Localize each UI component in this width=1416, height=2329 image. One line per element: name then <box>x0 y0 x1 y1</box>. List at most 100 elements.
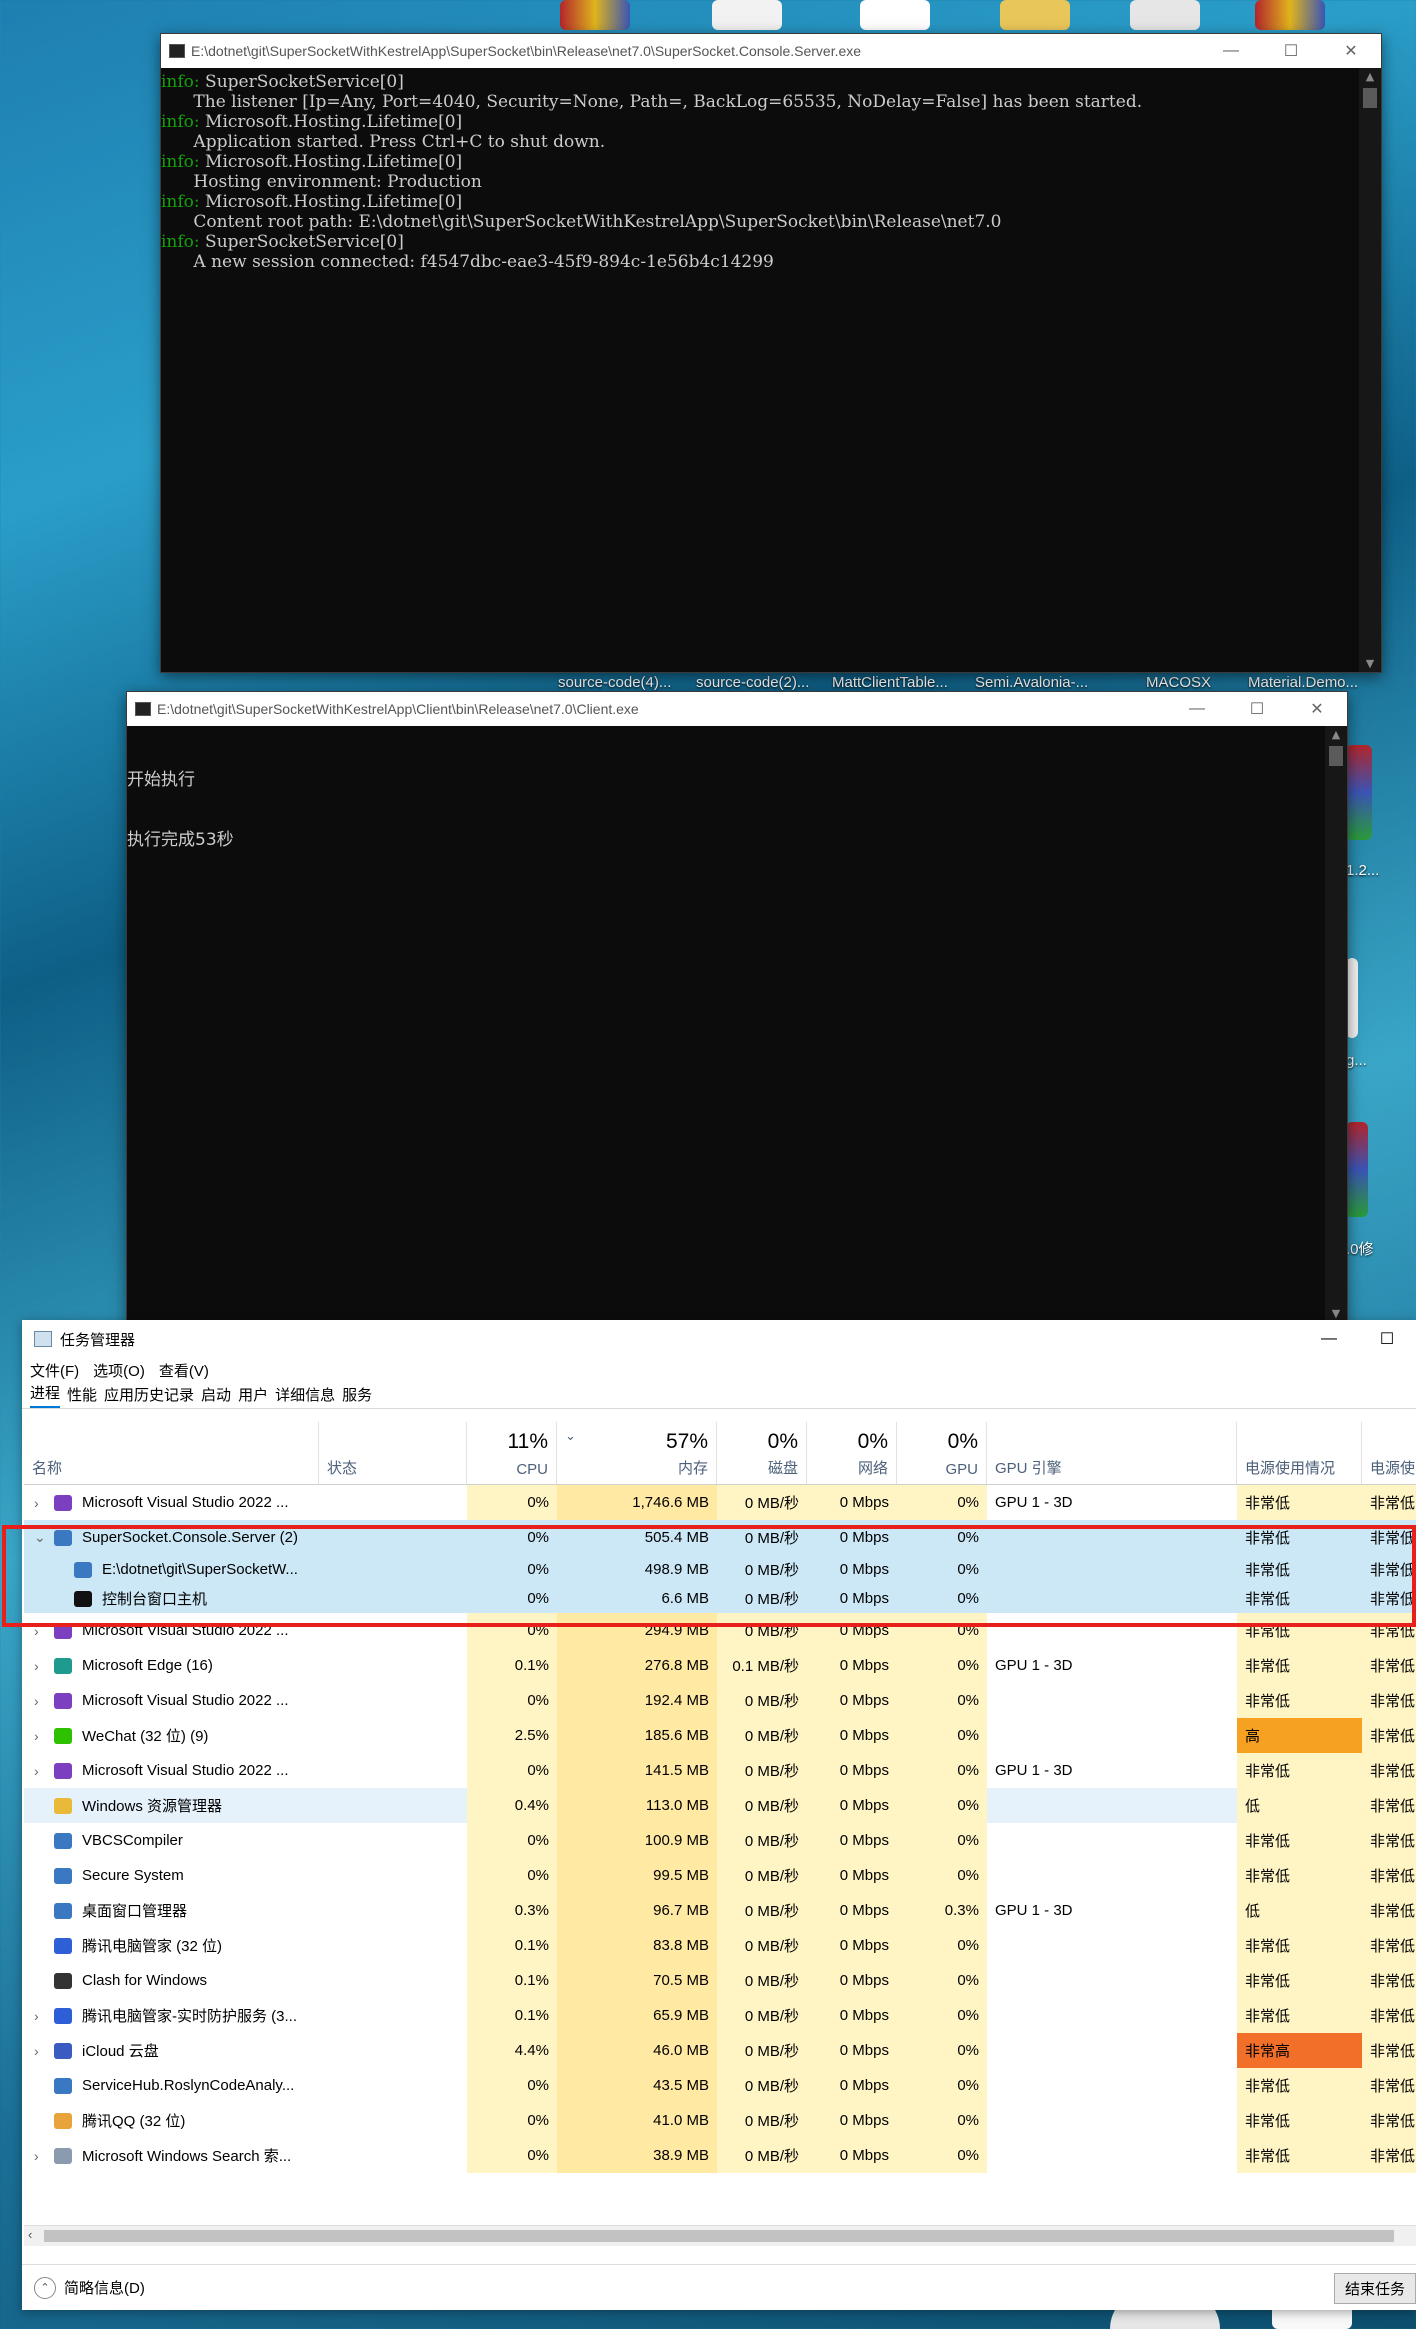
chevron-right-icon[interactable]: › <box>34 1998 39 2033</box>
column-gpu-engine[interactable]: GPU 引擎 <box>987 1422 1237 1484</box>
client-console-titlebar[interactable]: E:\dotnet\git\SuperSocketWithKestrelApp\… <box>127 692 1347 726</box>
close-icon[interactable]: ✕ <box>1321 41 1381 61</box>
chevron-right-icon[interactable]: › <box>34 1485 39 1520</box>
chevron-right-icon[interactable]: › <box>34 1753 39 1788</box>
file-icon[interactable] <box>712 0 782 30</box>
desktop-label[interactable]: Material.Demo... <box>1248 674 1358 691</box>
file-icon[interactable] <box>1130 0 1200 30</box>
task-manager-titlebar[interactable]: 任务管理器 — ☐ <box>22 1320 1416 1358</box>
table-row[interactable]: 腾讯QQ (32 位) 0% 41.0 MB 0 MB/秒 0 Mbps 0% 非常低 非常低 <box>24 2103 1416 2138</box>
table-row[interactable]: 桌面窗口管理器 0.3% 96.7 MB 0 MB/秒 0 Mbps 0.3% GPU 1 … <box>24 1893 1416 1928</box>
scrollbar-thumb[interactable] <box>44 2230 1394 2242</box>
table-row[interactable]: VBCSCompiler 0% 100.9 MB 0 MB/秒 0 Mbps 0% 非常低非… <box>24 1823 1416 1858</box>
menu-file[interactable]: 文件(F) <box>30 1360 79 1381</box>
desktop-label[interactable]: Semi.Avalonia-... <box>975 674 1088 691</box>
column-memory[interactable]: ⌄ 57% 内存 <box>557 1422 717 1484</box>
fewer-details-link[interactable]: 简略信息(D) <box>64 2277 145 2298</box>
maximize-icon[interactable]: ☐ <box>1358 1329 1416 1349</box>
desktop-label[interactable]: g... <box>1346 1052 1367 1069</box>
maximize-icon[interactable]: ☐ <box>1227 699 1287 719</box>
table-row[interactable]: › Microsoft Visual Studio 2022 ... 0% 141.5… <box>24 1753 1416 1788</box>
maximize-icon[interactable]: ☐ <box>1261 41 1321 61</box>
table-row[interactable]: ServiceHub.RoslynCodeAnaly... 0% 43.5 MB 0 … <box>24 2068 1416 2103</box>
end-task-button[interactable]: 结束任务 <box>1333 2273 1416 2304</box>
scroll-up-icon[interactable]: ▲ <box>1325 728 1347 741</box>
table-row[interactable]: › Microsoft Visual Studio 2022 ... 0% 1,746… <box>24 1485 1416 1520</box>
scrollbar-thumb[interactable] <box>1329 746 1343 766</box>
table-row[interactable]: › Microsoft Visual Studio 2022 ... 0% 192.4… <box>24 1683 1416 1718</box>
archive-icon[interactable] <box>560 0 630 30</box>
chevron-up-icon[interactable]: ⌃ <box>34 2276 56 2299</box>
desktop-label[interactable]: .0修 <box>1346 1238 1374 1259</box>
console-scrollbar[interactable]: ▲ ▼ <box>1359 68 1381 672</box>
tab-users[interactable]: 用户 <box>238 1384 268 1408</box>
scrollbar-thumb[interactable] <box>1363 88 1377 108</box>
column-power-trend[interactable]: 电源使 <box>1362 1422 1416 1484</box>
menu-options[interactable]: 选项(O) <box>93 1360 145 1381</box>
horizontal-scrollbar[interactable]: ‹ <box>24 2225 1416 2246</box>
scroll-down-icon[interactable]: ▼ <box>1359 657 1381 670</box>
tab-services[interactable]: 服务 <box>342 1384 372 1408</box>
table-row[interactable]: 控制台窗口主机 0% 6.6 MB 0 MB/秒 0 Mbps 0% 非常低 非常低 <box>24 1584 1416 1613</box>
console-scrollbar[interactable]: ▲ ▼ <box>1325 726 1347 1322</box>
tab-startup[interactable]: 启动 <box>201 1384 231 1408</box>
table-row[interactable]: › Microsoft Edge (16) 0.1% 276.8 MB 0.1 MB/秒… <box>24 1648 1416 1683</box>
column-disk[interactable]: 0% 磁盘 <box>717 1422 807 1484</box>
chevron-right-icon[interactable]: › <box>34 1683 39 1718</box>
table-row[interactable]: 腾讯电脑管家 (32 位) 0.1% 83.8 MB 0 MB/秒 0 Mbps 0% 非常… <box>24 1928 1416 1963</box>
column-network[interactable]: 0% 网络 <box>807 1422 897 1484</box>
archive-icon[interactable] <box>1346 745 1372 840</box>
table-row[interactable]: › 腾讯电脑管家-实时防护服务 (3... 0.1% 65.9 MB 0 MB/秒 0 M… <box>24 1998 1416 2033</box>
tab-details[interactable]: 详细信息 <box>275 1384 335 1408</box>
trend-cell: 非常低 <box>1362 1788 1416 1823</box>
chevron-down-icon[interactable]: ⌄ <box>34 1520 46 1555</box>
minimize-icon[interactable]: — <box>1167 700 1227 718</box>
table-row[interactable]: Secure System 0% 99.5 MB 0 MB/秒 0 Mbps 0% 非常低非… <box>24 1858 1416 1893</box>
column-power[interactable]: 电源使用情况 <box>1237 1422 1362 1484</box>
scroll-left-icon[interactable]: ‹ <box>28 2227 32 2242</box>
server-console-window[interactable]: E:\dotnet\git\SuperSocketWithKestrelApp\… <box>160 33 1382 673</box>
chevron-right-icon[interactable]: › <box>34 2033 39 2068</box>
tab-processes[interactable]: 进程 <box>30 1382 61 1408</box>
column-status[interactable]: 状态 <box>319 1422 467 1484</box>
table-row[interactable]: Windows 资源管理器 0.4% 113.0 MB 0 MB/秒 0 Mbps 0% 低… <box>24 1788 1416 1823</box>
table-row[interactable]: ⌄ SuperSocket.Console.Server (2) 0% 505.4 M… <box>24 1520 1416 1555</box>
desktop-label[interactable]: source-code(2)... <box>696 674 809 691</box>
scroll-up-icon[interactable]: ▲ <box>1359 70 1381 83</box>
desktop-label[interactable]: MattClientTable... <box>832 674 948 691</box>
log-message: The listener [Ip=Any, Port=4040, Securit… <box>161 92 1143 112</box>
minimize-icon[interactable]: — <box>1201 42 1261 60</box>
gpu-cell: 0% <box>897 2103 987 2138</box>
close-icon[interactable]: ✕ <box>1287 699 1347 719</box>
server-console-titlebar[interactable]: E:\dotnet\git\SuperSocketWithKestrelApp\… <box>161 34 1381 68</box>
task-manager-window[interactable]: 任务管理器 — ☐ 文件(F) 选项(O) 查看(V) 进程 性能 应用历史记录… <box>22 1320 1416 2310</box>
archive-icon[interactable] <box>1255 0 1325 30</box>
folder-icon[interactable] <box>1000 0 1070 30</box>
table-row[interactable]: › iCloud 云盘 4.4% 46.0 MB 0 MB/秒 0 Mbps 0% 非常高 非常… <box>24 2033 1416 2068</box>
table-row[interactable]: › Microsoft Windows Search 索... 0% 38.9 MB 0… <box>24 2138 1416 2173</box>
table-row[interactable]: › Microsoft Visual Studio 2022 ... 0% 294.9… <box>24 1613 1416 1648</box>
chevron-right-icon[interactable]: › <box>34 1718 39 1753</box>
chevron-right-icon[interactable]: › <box>34 1613 39 1648</box>
gpu-cell: 0% <box>897 1788 987 1823</box>
chevron-right-icon[interactable]: › <box>34 2138 39 2173</box>
tab-app-history[interactable]: 应用历史记录 <box>104 1384 194 1408</box>
table-row[interactable]: › WeChat (32 位) (9) 2.5% 185.6 MB 0 MB/秒 0 Mb… <box>24 1718 1416 1753</box>
table-row[interactable]: E:\dotnet\git\SuperSocketW... 0% 498.9 MB 0… <box>24 1555 1416 1584</box>
client-console-window[interactable]: E:\dotnet\git\SuperSocketWithKestrelApp\… <box>126 691 1348 1323</box>
tab-performance[interactable]: 性能 <box>67 1384 97 1408</box>
menu-view[interactable]: 查看(V) <box>159 1360 209 1381</box>
desktop-label[interactable]: 1.2... <box>1346 862 1379 879</box>
column-name[interactable]: 名称 <box>24 1422 319 1484</box>
column-gpu[interactable]: 0% GPU <box>897 1422 987 1484</box>
desktop-label[interactable]: MACOSX <box>1146 674 1211 691</box>
file-icon[interactable] <box>860 0 930 30</box>
engine-cell <box>987 1928 1237 1963</box>
desktop-label[interactable]: source-code(4)... <box>558 674 671 691</box>
minimize-icon[interactable]: — <box>1300 1330 1358 1348</box>
chevron-right-icon[interactable]: › <box>34 1648 39 1683</box>
table-row[interactable]: Clash for Windows 0.1% 70.5 MB 0 MB/秒 0 Mbps… <box>24 1963 1416 1998</box>
scroll-down-icon[interactable]: ▼ <box>1325 1307 1347 1320</box>
column-cpu[interactable]: 11% CPU <box>467 1422 557 1484</box>
archive-icon[interactable] <box>1346 1122 1368 1217</box>
